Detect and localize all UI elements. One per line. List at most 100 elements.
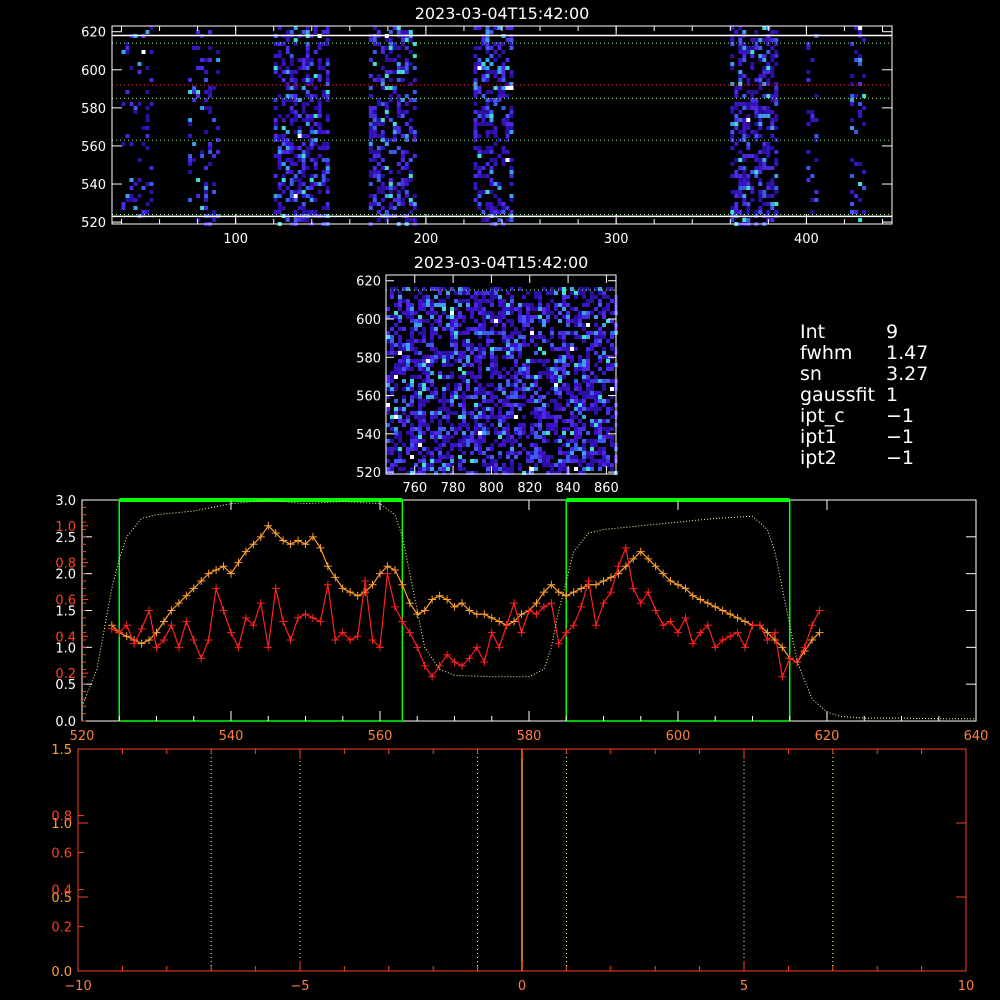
heatmap-cell xyxy=(478,335,482,339)
heatmap-cell xyxy=(434,411,438,415)
heatmap-cell xyxy=(490,311,494,315)
red-point xyxy=(733,628,742,637)
heatmap-cell xyxy=(754,122,759,126)
heatmap-cell xyxy=(402,371,406,375)
heatmap-cell xyxy=(418,419,422,423)
heatmap-cell xyxy=(398,299,402,303)
heatmap-cell xyxy=(293,26,298,30)
heatmap-cell xyxy=(610,463,614,467)
heatmap-cell xyxy=(554,419,558,423)
heatmap-cell xyxy=(473,126,478,130)
heatmap-cell xyxy=(542,439,546,443)
info-value: 3.27 xyxy=(886,363,929,385)
heatmap-cell xyxy=(301,30,306,34)
heatmap-cell xyxy=(542,335,546,339)
heatmap-cell xyxy=(462,435,466,439)
heatmap-cell xyxy=(438,411,442,415)
heatmap-cell xyxy=(598,419,602,423)
heatmap-cell xyxy=(730,134,735,138)
heatmap-cell xyxy=(486,299,490,303)
heatmap-cell xyxy=(390,447,394,451)
heatmap-cell xyxy=(862,38,867,42)
heatmap-cell xyxy=(466,331,470,335)
heatmap-cell xyxy=(398,467,402,471)
heatmap-cell xyxy=(430,463,434,467)
heatmap-cell xyxy=(762,142,767,146)
heatmap-cell xyxy=(742,198,747,202)
red-point xyxy=(681,613,690,622)
heatmap-cell xyxy=(466,291,470,295)
heatmap-cell xyxy=(422,399,426,403)
heatmap-cell xyxy=(473,198,478,202)
heatmap-cell xyxy=(582,291,586,295)
heatmap-cell xyxy=(285,186,290,190)
heatmap-cell xyxy=(208,162,213,166)
heatmap-cell xyxy=(554,347,558,351)
heatmap-cell xyxy=(430,455,434,459)
heatmap-cell xyxy=(277,94,282,98)
heatmap-cell xyxy=(558,451,562,455)
heatmap-cell xyxy=(594,395,598,399)
heatmap-cell xyxy=(754,114,759,118)
heatmap-cell xyxy=(474,303,478,307)
heatmap-cell xyxy=(380,146,385,150)
heatmap-cell xyxy=(586,335,590,339)
heatmap-cell xyxy=(392,86,397,90)
heatmap-cell xyxy=(734,190,739,194)
heatmap-cell xyxy=(590,419,594,423)
heatmap-cell xyxy=(478,307,482,311)
heatmap-cell xyxy=(458,351,462,355)
heatmap-cell xyxy=(582,359,586,363)
heatmap-cell xyxy=(208,90,213,94)
heatmap-cell xyxy=(566,403,570,407)
heatmap-cell xyxy=(522,327,526,331)
heatmap-cell xyxy=(570,439,574,443)
heatmap-cell xyxy=(542,431,546,435)
panel2-heatmap xyxy=(386,287,618,475)
heatmap-cell xyxy=(510,347,514,351)
heatmap-cell xyxy=(510,299,514,303)
heatmap-cell xyxy=(742,42,747,46)
heatmap-cell xyxy=(313,198,318,202)
heatmap-cell xyxy=(188,118,193,122)
heatmap-cell xyxy=(505,26,510,30)
heatmap-cell xyxy=(458,415,462,419)
heatmap-cell xyxy=(494,467,498,471)
heatmap-cell xyxy=(770,38,775,42)
heatmap-cell xyxy=(325,130,330,134)
heatmap-cell xyxy=(466,307,470,311)
y-tick-label: 560 xyxy=(81,140,106,155)
heatmap-cell xyxy=(384,114,389,118)
heatmap-cell xyxy=(566,383,570,387)
heatmap-cell xyxy=(396,194,401,198)
heatmap-cell xyxy=(384,86,389,90)
heatmap-cell xyxy=(426,387,430,391)
heatmap-cell xyxy=(586,431,590,435)
heatmap-cell xyxy=(430,303,434,307)
heatmap-cell xyxy=(313,122,318,126)
heatmap-cell xyxy=(530,339,534,343)
heatmap-cell xyxy=(582,363,586,367)
heatmap-cell xyxy=(530,331,534,335)
heatmap-cell xyxy=(582,395,586,399)
heatmap-cell xyxy=(149,198,154,202)
heatmap-cell xyxy=(301,202,306,206)
heatmap-cell xyxy=(390,315,394,319)
heatmap-cell xyxy=(188,158,193,162)
heatmap-cell xyxy=(746,202,751,206)
heatmap-cell xyxy=(510,415,514,419)
heatmap-cell xyxy=(598,467,602,471)
heatmap-cell xyxy=(281,206,286,210)
heatmap-cell xyxy=(481,118,486,122)
heatmap-cell xyxy=(293,154,298,158)
heatmap-cell xyxy=(466,363,470,367)
heatmap-cell xyxy=(325,162,330,166)
heatmap-cell xyxy=(426,319,430,323)
heatmap-cell xyxy=(410,367,414,371)
heatmap-cell xyxy=(854,94,859,98)
heatmap-cell xyxy=(281,98,286,102)
heatmap-cell xyxy=(554,379,558,383)
heatmap-cell xyxy=(285,50,290,54)
heatmap-cell xyxy=(806,166,811,170)
heatmap-cell xyxy=(273,210,278,214)
